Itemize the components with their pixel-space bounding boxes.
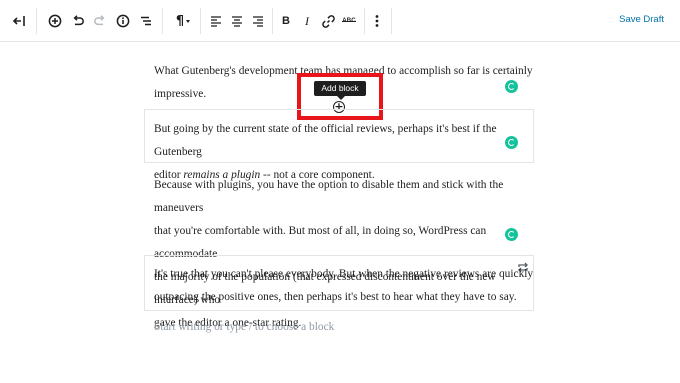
outline-icon[interactable] xyxy=(135,10,157,32)
editor-toolbar: ¶ B I ABC Save Draft xyxy=(0,0,680,42)
toolbar-separator xyxy=(200,8,201,34)
toolbar-separator xyxy=(36,8,37,34)
undo-icon[interactable] xyxy=(67,10,89,32)
align-center-icon[interactable] xyxy=(226,10,248,32)
redo-icon[interactable] xyxy=(89,10,111,32)
link-icon[interactable] xyxy=(317,10,339,32)
italic-icon[interactable]: I xyxy=(296,10,318,32)
toolbar-separator xyxy=(272,8,273,34)
toolbar-separator xyxy=(162,8,163,34)
save-draft-button[interactable]: Save Draft xyxy=(619,14,664,25)
paragraph-line: outpacing the positive ones, then perhap… xyxy=(154,291,517,303)
paragraph-line: But going by the current state of the of… xyxy=(154,123,497,158)
paragraph-icon[interactable]: ¶ xyxy=(170,10,196,32)
strikethrough-icon[interactable]: ABC xyxy=(338,10,360,32)
grammarly-icon[interactable] xyxy=(505,80,518,93)
toolbar-separator xyxy=(391,8,392,34)
grammarly-icon[interactable] xyxy=(505,228,518,241)
chevron-down-icon xyxy=(186,19,191,23)
more-icon[interactable] xyxy=(366,10,388,32)
paragraph-line: It's true that you can't please everybod… xyxy=(154,268,534,280)
back-icon[interactable] xyxy=(8,10,30,32)
strike-line xyxy=(342,21,356,22)
bold-icon[interactable]: B xyxy=(275,10,297,32)
toolbar-separator xyxy=(364,8,365,34)
add-block-tooltip: Add block xyxy=(314,81,366,96)
add-icon[interactable] xyxy=(44,10,66,32)
paragraph-line: Because with plugins, you have the optio… xyxy=(154,179,504,214)
grammarly-icon[interactable] xyxy=(505,136,518,149)
paragraph-block-4[interactable]: It's true that you can't please everybod… xyxy=(154,263,534,309)
align-left-icon[interactable] xyxy=(205,10,227,32)
info-icon[interactable] xyxy=(112,10,134,32)
new-block-placeholder[interactable]: Start writing or type / to choose a bloc… xyxy=(154,321,334,333)
align-right-icon[interactable] xyxy=(247,10,269,32)
